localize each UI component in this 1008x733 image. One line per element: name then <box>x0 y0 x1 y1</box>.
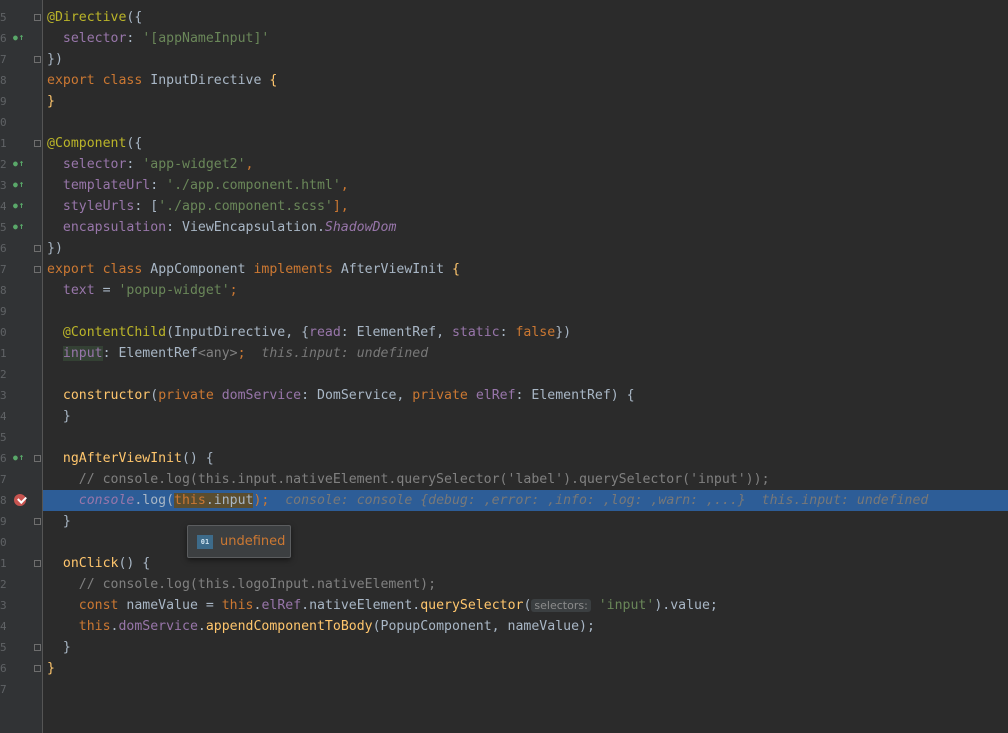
directive-decorator: @Directive <box>47 10 127 25</box>
code-line-32[interactable]: } <box>43 658 1008 679</box>
code-line-16[interactable]: @ContentChild(InputDirective, {read: Ele… <box>43 322 1008 343</box>
code-line-13[interactable]: export class AppComponent implements Aft… <box>43 259 1008 280</box>
component-decorator: @Component <box>47 136 127 151</box>
line-number: 7 <box>0 683 6 696</box>
line-number: 6 <box>0 662 6 675</box>
line-number: 6 <box>0 32 6 45</box>
line-number: 7 <box>0 473 6 486</box>
tooltip-value: undefined <box>220 534 286 549</box>
line-number: 1 <box>0 137 6 150</box>
value-type-icon: 01 <box>197 534 213 549</box>
line-number: 8 <box>0 494 6 507</box>
code-line-19[interactable]: constructor(private domService: DomServi… <box>43 385 1008 406</box>
line-number: 2 <box>0 578 6 591</box>
line-number: 5 <box>0 641 6 654</box>
implemented-property-icon[interactable]: ●↑ <box>13 31 27 45</box>
code-line-1[interactable]: @Directive({ <box>43 7 1008 28</box>
code-line-10[interactable]: styleUrls: ['./app.component.scss'], <box>43 196 1008 217</box>
debug-value-tooltip[interactable]: 01 undefined <box>187 525 291 558</box>
code-line-31[interactable]: } <box>43 637 1008 658</box>
execution-point-line[interactable]: console.log(this.input); console: consol… <box>43 490 1008 511</box>
fold-marker[interactable] <box>34 644 41 651</box>
line-number: 1 <box>0 347 6 360</box>
code-line-3[interactable]: }) <box>43 49 1008 70</box>
code-line-11[interactable]: encapsulation: ViewEncapsulation.ShadowD… <box>43 217 1008 238</box>
fold-marker[interactable] <box>34 140 41 147</box>
line-number: 5 <box>0 221 6 234</box>
line-number: 4 <box>0 410 6 423</box>
line-number: 6 <box>0 452 6 465</box>
line-number: 6 <box>0 242 6 255</box>
fold-marker[interactable] <box>34 455 41 462</box>
code-line-22[interactable]: ngAfterViewInit() { <box>43 448 1008 469</box>
code-line-4[interactable]: export class InputDirective { <box>43 70 1008 91</box>
code-line-2[interactable]: selector: '[appNameInput]' <box>43 28 1008 49</box>
inline-debug-value: this.input: undefined <box>761 493 929 508</box>
line-number: 9 <box>0 95 6 108</box>
line-number: 3 <box>0 599 6 612</box>
implemented-property-icon[interactable]: ●↑ <box>13 220 27 234</box>
line-number: 7 <box>0 53 6 66</box>
line-number: 5 <box>0 11 6 24</box>
editor-gutter[interactable]: 5 6 7 8 9 0 1 2 3 4 5 6 7 8 9 0 1 2 3 4 5 6 7 8 9 0 1 2 3 4 5 6 7 ●↑ ●↑ ●↑ ●… <box>0 0 43 733</box>
line-number: 1 <box>0 557 6 570</box>
line-number: 0 <box>0 536 6 549</box>
line-number: 3 <box>0 389 6 402</box>
code-line-8[interactable]: selector: 'app-widget2', <box>43 154 1008 175</box>
line-number: 4 <box>0 620 6 633</box>
code-line-14[interactable]: text = 'popup-widget'; <box>43 280 1008 301</box>
code-line-17[interactable]: input: ElementRef<any>; this.input: unde… <box>43 343 1008 364</box>
line-number: 9 <box>0 305 6 318</box>
line-number: 0 <box>0 326 6 339</box>
implemented-property-icon[interactable]: ●↑ <box>13 178 27 192</box>
line-number: 0 <box>0 116 6 129</box>
line-number: 9 <box>0 515 6 528</box>
implemented-property-icon[interactable]: ●↑ <box>13 199 27 213</box>
code-line-28[interactable]: // console.log(this.logoInput.nativeElem… <box>43 574 1008 595</box>
line-number: 4 <box>0 200 6 213</box>
code-line-5[interactable]: } <box>43 91 1008 112</box>
line-number: 8 <box>0 284 6 297</box>
parameter-hint: selectors: <box>531 599 591 612</box>
code-line-20[interactable]: } <box>43 406 1008 427</box>
line-number: 7 <box>0 263 6 276</box>
fold-marker[interactable] <box>34 665 41 672</box>
fold-marker[interactable] <box>34 560 41 567</box>
code-line-23[interactable]: // console.log(this.input.nativeElement.… <box>43 469 1008 490</box>
code-line-29[interactable]: const nameValue = this.elRef.nativeEleme… <box>43 595 1008 616</box>
line-number: 2 <box>0 158 6 171</box>
line-number: 8 <box>0 74 6 87</box>
implemented-property-icon[interactable]: ●↑ <box>13 451 27 465</box>
inline-debug-value: this.input: undefined <box>261 346 429 361</box>
code-line-30[interactable]: this.domService.appendComponentToBody(Po… <box>43 616 1008 637</box>
code-line-12[interactable]: }) <box>43 238 1008 259</box>
line-number: 5 <box>0 431 6 444</box>
implemented-property-icon[interactable]: ●↑ <box>13 157 27 171</box>
code-line-7[interactable]: @Component({ <box>43 133 1008 154</box>
fold-marker[interactable] <box>34 266 41 273</box>
fold-marker[interactable] <box>34 14 41 21</box>
fold-marker[interactable] <box>34 245 41 252</box>
fold-marker[interactable] <box>34 56 41 63</box>
breakpoint-icon[interactable] <box>14 494 26 506</box>
inline-debug-value: console: console {debug: ,error: ,info: … <box>285 493 746 508</box>
line-number: 3 <box>0 179 6 192</box>
code-line-9[interactable]: templateUrl: './app.component.html', <box>43 175 1008 196</box>
line-number: 2 <box>0 368 6 381</box>
fold-marker[interactable] <box>34 518 41 525</box>
